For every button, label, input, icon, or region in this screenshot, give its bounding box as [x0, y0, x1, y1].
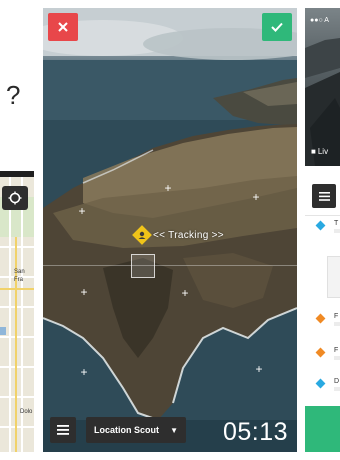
caret-down-icon: ▼: [170, 425, 178, 435]
crosshair-marker: +: [252, 190, 260, 204]
list-item-subtext: [334, 322, 340, 326]
crosshair-marker: +: [78, 204, 86, 218]
list-item-subtext: [334, 387, 340, 391]
list-item-subtext: [334, 229, 340, 233]
diamond-marker-icon: [315, 378, 326, 389]
tracking-target[interactable]: [131, 224, 153, 246]
tracking-guide-line: [43, 265, 297, 266]
live-label: Liv: [317, 147, 329, 156]
right-status-text: ●●○ A: [310, 17, 329, 24]
left-map-view[interactable]: San Fra Dolo: [0, 177, 34, 452]
diamond-marker-icon: [315, 220, 326, 231]
left-map-label-1: San: [14, 269, 25, 275]
right-map-thumbnail[interactable]: [327, 256, 340, 298]
right-list-divider: [305, 215, 340, 216]
crosshair-marker: +: [80, 365, 88, 379]
diamond-marker-icon: [315, 313, 326, 324]
left-question-glyph: ?: [6, 80, 21, 110]
list-item-label: F: [334, 313, 339, 320]
left-map-label-3: Dolo: [20, 409, 33, 415]
locate-button[interactable]: [2, 186, 28, 210]
tracking-status-label: << Tracking >>: [153, 230, 224, 241]
close-button[interactable]: [48, 13, 78, 41]
focus-box[interactable]: [131, 254, 155, 278]
list-item-label: D: [334, 378, 340, 385]
list-item-label: T: [334, 220, 339, 227]
hamburger-menu-icon: [318, 191, 330, 201]
list-item[interactable]: T: [305, 218, 340, 258]
live-indicator: ■ Liv: [311, 147, 328, 156]
tracking-target-icon: [132, 225, 152, 245]
signal-dots-icon: ●●○: [310, 17, 323, 24]
left-map-label-2: Fra: [14, 277, 23, 283]
diamond-marker-icon: [315, 347, 326, 358]
left-app-screen: ? San Fra Dolo: [0, 8, 34, 452]
check-icon: [271, 22, 283, 32]
mode-dropdown-label: Location Scout: [94, 425, 159, 435]
confirm-button[interactable]: [262, 13, 292, 41]
locate-icon: [8, 191, 22, 205]
list-item-subtext: [334, 356, 340, 360]
camera-screen[interactable]: << Tracking >> + + + + + + + Location Sc…: [43, 8, 297, 452]
right-app-screen: ●●○ A ■ Liv T F F D: [305, 8, 340, 452]
right-status-label: A: [324, 17, 329, 24]
right-video-graphic: [305, 38, 340, 166]
list-item-label: F: [334, 347, 339, 354]
crosshair-marker: +: [181, 286, 189, 300]
video-camera-icon: ■: [311, 147, 316, 156]
right-video-preview[interactable]: ●●○ A ■ Liv: [305, 8, 340, 166]
crosshair-marker: +: [255, 362, 263, 376]
menu-button[interactable]: [50, 417, 76, 443]
right-menu-button[interactable]: [312, 184, 336, 208]
crosshair-marker: +: [80, 285, 88, 299]
hamburger-menu-icon: [57, 425, 69, 435]
crosshair-marker: +: [164, 181, 172, 195]
right-divider: [305, 166, 340, 178]
right-action-button[interactable]: [305, 406, 340, 452]
close-icon: [58, 22, 68, 32]
recording-timer: 05:13: [222, 418, 288, 446]
mode-dropdown[interactable]: Location Scout ▼: [86, 417, 186, 443]
